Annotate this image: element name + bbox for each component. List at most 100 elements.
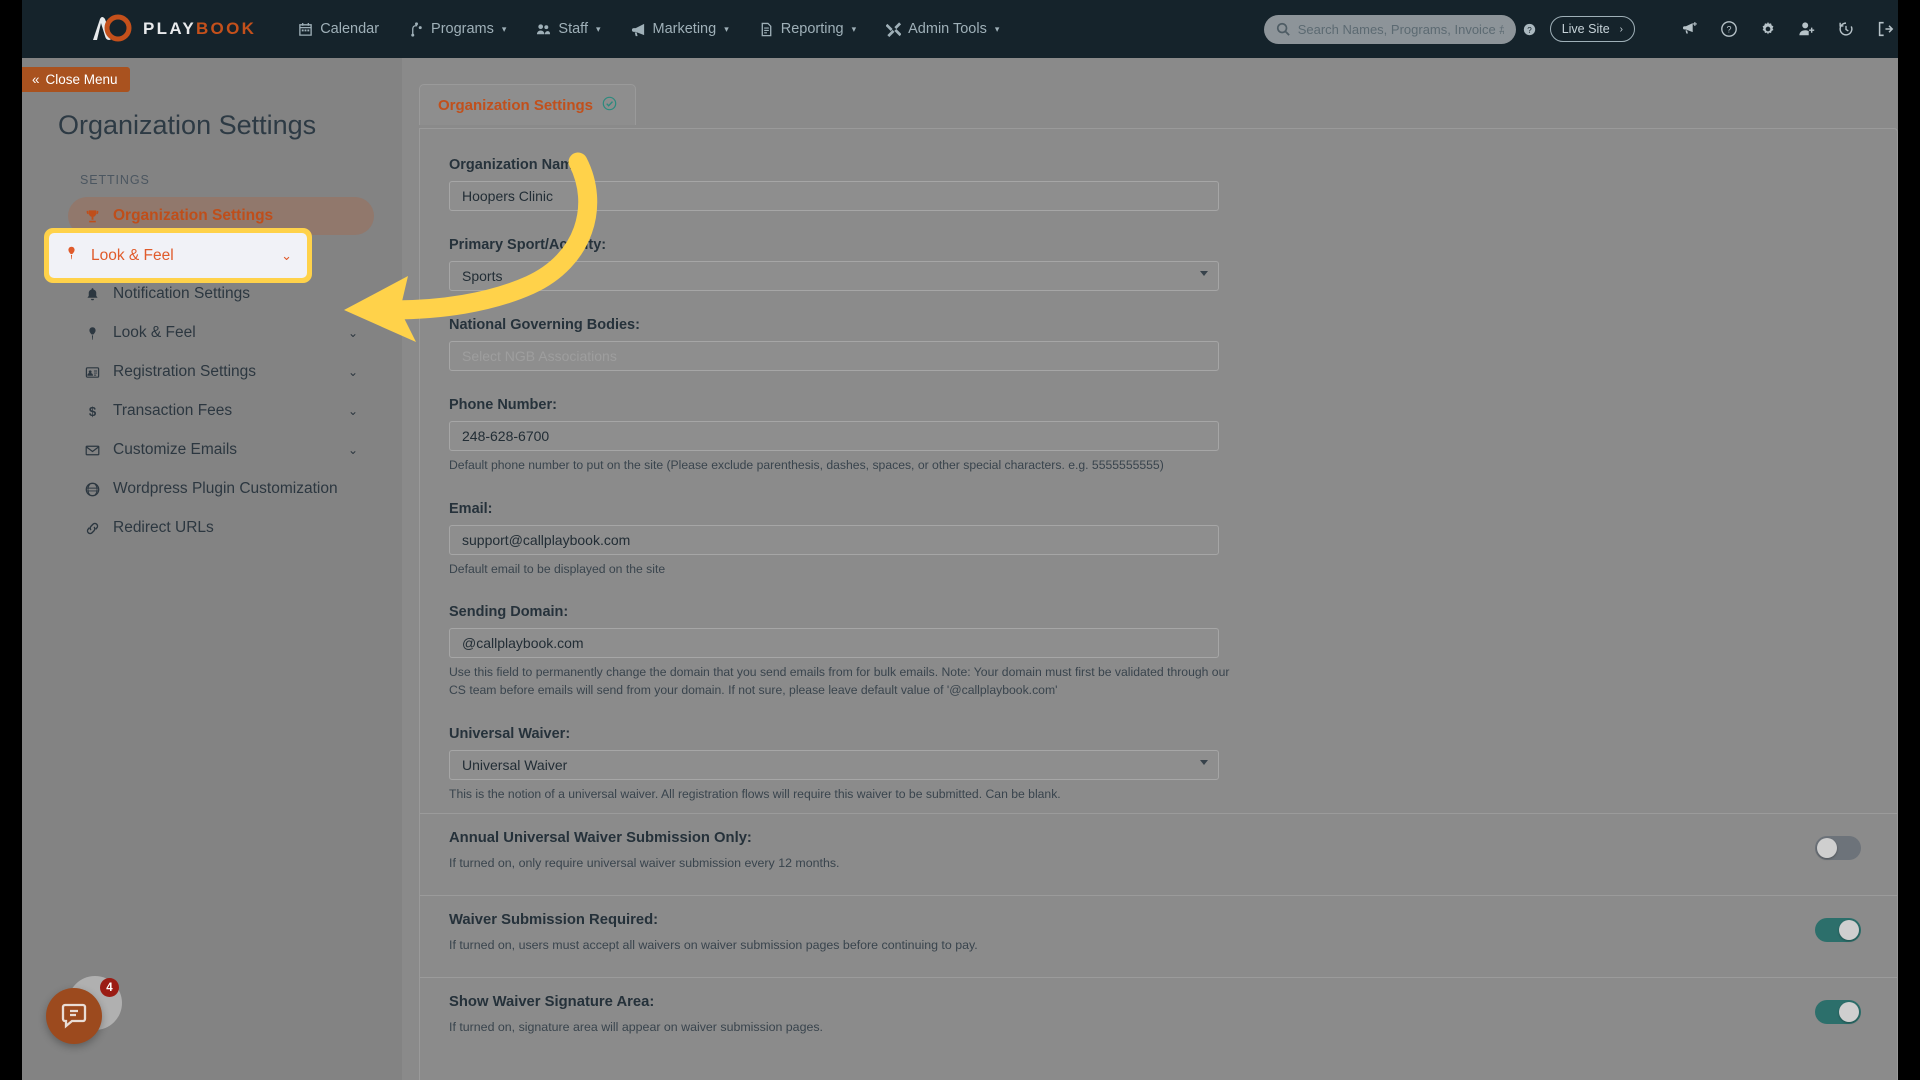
svg-text:$: $ bbox=[89, 404, 97, 419]
look-and-feel-highlighted-item[interactable]: Look & Feel ⌄ bbox=[49, 233, 307, 278]
gear-icon[interactable] bbox=[1759, 20, 1777, 38]
sidebar-item-wordpress-plugin-customization[interactable]: Wordpress Plugin Customization bbox=[68, 470, 374, 508]
search-input[interactable] bbox=[1263, 14, 1516, 44]
sidebar-item-registration-settings[interactable]: Registration Settings ⌄ bbox=[68, 353, 374, 391]
primary-sport-select[interactable]: Sports bbox=[449, 261, 1219, 291]
left-gutter bbox=[0, 0, 22, 1080]
dollar-icon: $ bbox=[84, 404, 101, 419]
announcement-icon[interactable] bbox=[1681, 20, 1699, 38]
field-help-text: Use this field to permanently change the… bbox=[449, 665, 1230, 698]
settings-card: Organization Name: Hoopers Clinic Primar… bbox=[419, 128, 1898, 1080]
svg-text:?: ? bbox=[1726, 25, 1731, 35]
field-help-text: This is the notion of a universal waiver… bbox=[449, 786, 1061, 801]
nav-item-programs[interactable]: Programs ▾ bbox=[409, 21, 506, 37]
nav-label: Programs bbox=[431, 21, 494, 37]
playbook-logo-icon bbox=[88, 14, 134, 44]
close-menu-button[interactable]: « Close Menu bbox=[22, 67, 130, 92]
nav-item-staff[interactable]: Staff ▾ bbox=[536, 21, 601, 37]
main-content: Organization Settings Organization Name:… bbox=[402, 58, 1898, 1080]
look-and-feel-highlight-callout[interactable]: Look & Feel ⌄ bbox=[44, 228, 312, 283]
add-user-icon[interactable] bbox=[1798, 20, 1816, 38]
navbar-right: ? Live Site › ? bbox=[1263, 14, 1920, 44]
toggle-row-annual-universal-waiver: Annual Universal Waiver Submission Only:… bbox=[420, 813, 1897, 885]
chevron-down-icon: ▾ bbox=[501, 23, 507, 34]
look-and-feel-label: Look & Feel bbox=[91, 246, 174, 264]
tab-organization-settings[interactable]: Organization Settings bbox=[419, 84, 637, 125]
chevron-down-icon: ▾ bbox=[851, 23, 857, 34]
chevron-down-icon: ⌄ bbox=[281, 247, 292, 263]
phone-number-input[interactable]: 248-628-6700 bbox=[449, 421, 1219, 451]
search-container bbox=[1263, 14, 1516, 44]
field-organization-name: Organization Name: Hoopers Clinic bbox=[420, 157, 1897, 211]
organization-settings-form: Organization Name: Hoopers Clinic Primar… bbox=[420, 129, 1897, 1049]
sidebar-item-look-and-feel[interactable]: Look & Feel ⌄ bbox=[68, 314, 374, 352]
chevron-right-icon: › bbox=[1619, 23, 1623, 35]
nav-label: Admin Tools bbox=[908, 21, 987, 37]
help-circle-icon[interactable]: ? bbox=[1720, 20, 1738, 38]
nav-item-calendar[interactable]: Calendar bbox=[298, 21, 379, 37]
nav-menu: Calendar Programs ▾ Staff ▾ Marketing ▾ … bbox=[298, 21, 999, 37]
show-waiver-signature-area-toggle[interactable] bbox=[1815, 1000, 1861, 1025]
envelope-icon bbox=[84, 443, 101, 458]
field-label: Sending Domain: bbox=[449, 604, 569, 621]
sidebar-item-customize-emails[interactable]: Customize Emails ⌄ bbox=[68, 431, 374, 469]
sending-domain-input[interactable]: @callplaybook.com bbox=[449, 628, 1219, 659]
sidebar-section-label: SETTINGS bbox=[80, 173, 150, 187]
field-primary-sport-activity: Primary Sport/Activity: Sports bbox=[420, 237, 1897, 291]
tools-icon bbox=[886, 21, 902, 37]
sidebar-item-transaction-fees[interactable]: $ Transaction Fees ⌄ bbox=[68, 392, 374, 430]
close-menu-label: Close Menu bbox=[45, 72, 118, 87]
chat-bubble-icon bbox=[61, 1003, 87, 1029]
history-icon[interactable] bbox=[1837, 20, 1855, 38]
brand-logo[interactable]: PLAY BOOK bbox=[88, 14, 256, 44]
toggle-title: Waiver Submission Required: bbox=[449, 912, 659, 929]
toggle-knob bbox=[1839, 1002, 1859, 1023]
live-site-label: Live Site bbox=[1561, 22, 1610, 36]
universal-waiver-select[interactable]: Universal Waiver bbox=[449, 749, 1219, 780]
chat-launcher-button[interactable] bbox=[46, 988, 102, 1044]
sidebar-item-redirect-urls[interactable]: Redirect URLs bbox=[68, 509, 374, 547]
toggle-description: If turned on, only require universal wai… bbox=[449, 856, 840, 871]
calendar-icon bbox=[298, 22, 313, 37]
chevron-down-icon: ⌄ bbox=[347, 404, 358, 418]
sidebar-item-label: Wordpress Plugin Customization bbox=[113, 480, 338, 497]
sidebar-item-label: Look & Feel bbox=[113, 324, 196, 341]
chevron-down-icon: ▾ bbox=[994, 23, 1000, 34]
brush-icon bbox=[84, 326, 101, 341]
id-card-icon bbox=[84, 365, 101, 380]
toggle-knob bbox=[1839, 920, 1859, 941]
annual-universal-waiver-toggle[interactable] bbox=[1815, 836, 1861, 861]
toggle-description: If turned on, signature area will appear… bbox=[449, 1020, 823, 1035]
toggle-row-show-waiver-signature-area: Show Waiver Signature Area: If turned on… bbox=[420, 977, 1897, 1049]
toggle-row-waiver-submission-required: Waiver Submission Required: If turned on… bbox=[420, 895, 1897, 967]
chat-widget: ɑ 4 bbox=[38, 972, 128, 1052]
app-root: PLAY BOOK Calendar Programs ▾ Staff ▾ Ma… bbox=[0, 0, 1920, 1080]
email-input[interactable]: support@callplaybook.com bbox=[449, 524, 1219, 555]
settings-sidebar: « Close Menu Organization Settings SETTI… bbox=[22, 58, 402, 1080]
sidebar-item-label: Transaction Fees bbox=[113, 402, 233, 419]
field-label: Organization Name: bbox=[449, 157, 586, 173]
nav-item-marketing[interactable]: Marketing ▾ bbox=[631, 21, 729, 37]
field-label: National Governing Bodies: bbox=[449, 317, 640, 333]
nav-item-admin-tools[interactable]: Admin Tools ▾ bbox=[886, 21, 999, 37]
link-icon bbox=[84, 521, 101, 536]
sitemap-icon bbox=[409, 21, 424, 37]
field-phone-number: Phone Number: 248-628-6700 Default phone… bbox=[420, 397, 1897, 475]
field-universal-waiver: Universal Waiver: Universal Waiver This … bbox=[420, 726, 1897, 804]
nav-label: Calendar bbox=[320, 21, 380, 37]
field-sending-domain: Sending Domain: @callplaybook.com Use th… bbox=[420, 604, 1897, 699]
users-icon bbox=[536, 22, 551, 37]
nav-label: Reporting bbox=[780, 21, 844, 37]
toggle-title: Show Waiver Signature Area: bbox=[449, 994, 655, 1011]
ngb-associations-input[interactable]: Select NGB Associations bbox=[449, 341, 1219, 371]
waiver-submission-required-toggle[interactable] bbox=[1815, 918, 1861, 943]
help-badge-icon[interactable]: ? bbox=[1523, 23, 1536, 36]
live-site-button[interactable]: Live Site › bbox=[1549, 16, 1635, 42]
logout-icon[interactable] bbox=[1876, 20, 1894, 38]
double-chevron-left-icon: « bbox=[32, 72, 40, 87]
nav-item-reporting[interactable]: Reporting ▾ bbox=[759, 21, 856, 37]
sidebar-item-label: Redirect URLs bbox=[113, 519, 214, 536]
megaphone-icon bbox=[631, 22, 646, 37]
chevron-down-icon: ⌄ bbox=[347, 365, 358, 379]
organization-name-input[interactable]: Hoopers Clinic bbox=[449, 181, 1219, 211]
